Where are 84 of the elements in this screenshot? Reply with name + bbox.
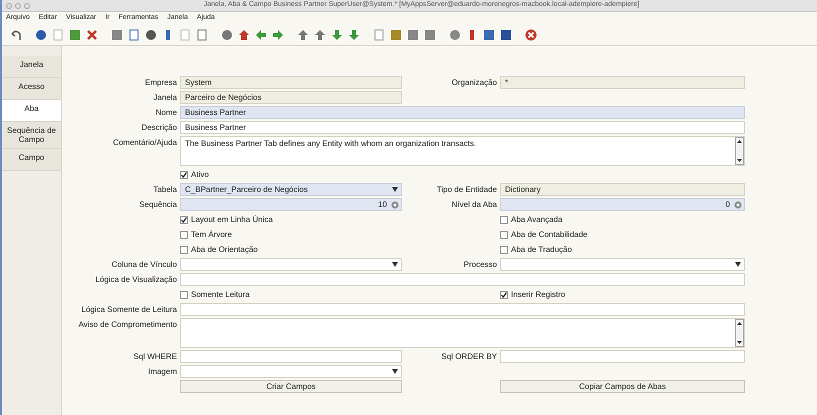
checkbox[interactable] [180, 290, 188, 298]
action-button[interactable]: Copiar Campos de Abas [500, 380, 745, 393]
tab[interactable]: Campo [2, 149, 61, 171]
field-label: Janela [152, 92, 178, 104]
checkbox[interactable] [500, 290, 508, 298]
checkbox[interactable] [500, 246, 508, 254]
field-label: Processo [462, 259, 498, 271]
number-field[interactable]: 10 [180, 198, 402, 211]
checkbox[interactable] [180, 230, 188, 238]
dropdown-field[interactable]: C_BPartner_Parceiro de Negócios [180, 183, 402, 196]
checkbox-label: Ativo [191, 168, 209, 180]
field-label: Lógica de Visualização [94, 274, 178, 286]
scroll-bar-icon [735, 137, 744, 165]
dropdown-field[interactable] [180, 258, 402, 271]
document-icon[interactable] [52, 28, 64, 40]
checkbox[interactable] [180, 170, 188, 178]
checkbox[interactable] [500, 230, 508, 238]
text-field[interactable]: Business Partner [180, 121, 745, 134]
check-icon [181, 216, 187, 222]
field-label: Imagem [147, 366, 178, 378]
text-field[interactable] [500, 350, 745, 363]
tab[interactable]: Sequência de Campo [2, 122, 61, 149]
checkbox-label: Aba de Contabilidade [511, 228, 588, 240]
checkbox[interactable] [180, 246, 188, 254]
field-value: 0 [724, 198, 731, 210]
tab[interactable]: Janela [2, 56, 61, 78]
checkbox-label: Aba de Orientação [191, 244, 258, 256]
text-field[interactable] [180, 350, 402, 363]
number-field[interactable]: 0 [500, 198, 745, 211]
dropdown-arrow-icon [392, 262, 398, 267]
text-field[interactable]: System [180, 76, 402, 89]
checkbox-label: Tem Árvore [191, 228, 232, 240]
document-icon[interactable] [179, 28, 191, 40]
text-area-value: The Business Partner Tab defines any Entity with whom an organization transacts. [184, 138, 478, 150]
scroll-bar-icon [735, 319, 744, 347]
checkbox-label: Aba Avançada [511, 214, 562, 226]
checkbox-label: Aba de Tradução [511, 244, 572, 256]
text-field[interactable]: Parceiro de Negócios [180, 91, 402, 104]
checkbox-label: Somente Leitura [191, 288, 250, 300]
text-field[interactable]: Business Partner [180, 106, 745, 119]
check-icon [501, 292, 507, 298]
text-field[interactable]: Dictionary [500, 183, 745, 196]
check-icon [181, 172, 187, 178]
dropdown-arrow-icon [735, 262, 741, 267]
dropdown-field[interactable] [500, 258, 745, 271]
tab[interactable]: Acesso [2, 78, 61, 100]
sphere-icon[interactable] [221, 28, 233, 40]
field-label: Sequência [138, 199, 178, 211]
undo-arrow-icon[interactable] [10, 28, 22, 40]
text-area[interactable]: The Business Partner Tab defines any Entity with whom an organization transacts. [180, 136, 745, 166]
right-arrow-icon[interactable] [272, 28, 284, 40]
left-arrow-icon[interactable] [255, 28, 267, 40]
field-label: Lógica Somente de Leitura [80, 304, 178, 316]
field-label: Empresa [144, 77, 178, 89]
field-label: Tipo de Entidade [436, 184, 498, 196]
field-value: 10 [377, 198, 388, 210]
delete-cross-icon[interactable] [86, 28, 98, 40]
field-label: Sql WHERE [132, 351, 178, 363]
text-field[interactable]: * [500, 76, 745, 89]
field-label: Nível da Aba [450, 199, 498, 211]
action-button[interactable]: Criar Campos [180, 380, 402, 393]
field-label: Nome [154, 107, 178, 119]
field-label: Descrição [140, 122, 178, 134]
dropdown-field[interactable] [180, 365, 402, 378]
field-label: Comentário/Ajuda [112, 137, 178, 149]
down-arrow-icon[interactable] [331, 28, 343, 40]
last-record-icon[interactable] [348, 28, 360, 40]
checkbox[interactable] [180, 216, 188, 224]
dropdown-arrow-icon [392, 187, 398, 192]
checkbox[interactable] [500, 216, 508, 224]
field-label: Sql ORDER BY [440, 351, 498, 363]
field-label: Tabela [152, 184, 178, 196]
text-field[interactable] [180, 303, 745, 316]
tab[interactable]: Aba [2, 100, 61, 122]
field-label: Aviso de Comprometimento [77, 319, 178, 331]
dropdown-arrow-icon [392, 369, 398, 374]
checkbox-label: Inserir Registro [511, 288, 566, 300]
up-arrow-icon[interactable] [314, 28, 326, 40]
checkbox-label: Layout em Linha Única [191, 214, 273, 226]
field-value: C_BPartner_Parceiro de Negócios [184, 184, 309, 196]
field-label: Organização [450, 77, 498, 89]
close-icon[interactable] [525, 28, 537, 40]
field-label: Coluna de Vínculo [110, 259, 178, 271]
text-field[interactable] [180, 273, 745, 286]
